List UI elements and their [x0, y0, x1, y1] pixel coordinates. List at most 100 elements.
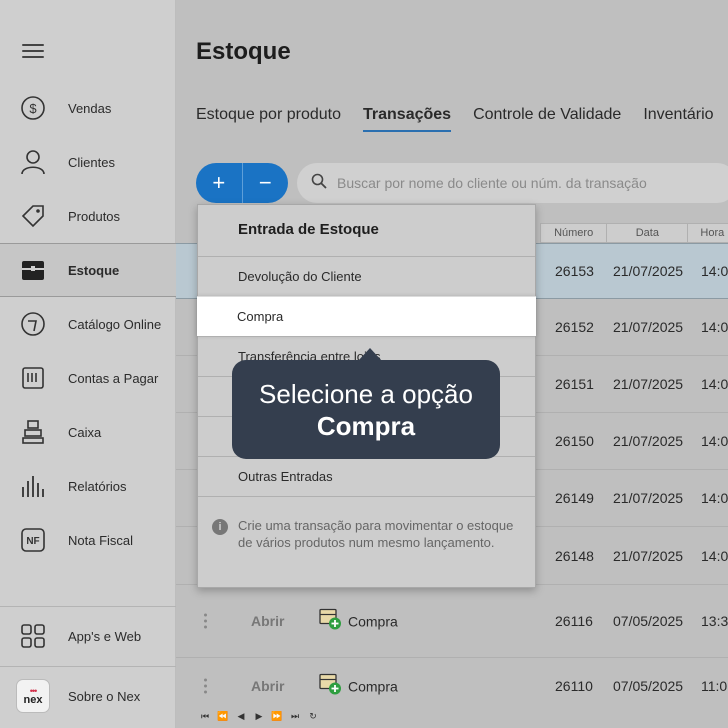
prev-page-button[interactable]: ◀ [234, 711, 248, 722]
tab-controle-de-validade[interactable]: Controle de Validade [473, 106, 621, 132]
open-button[interactable]: Abrir [251, 613, 284, 629]
column-header-hora[interactable]: Hora [687, 224, 728, 242]
sidebar-item-label: Sobre o Nex [68, 688, 141, 704]
dropdown-divider [198, 496, 535, 497]
search-icon [311, 173, 327, 194]
cell-numero: 26149 [555, 490, 594, 506]
cell-hora: 14:0 [701, 547, 728, 564]
cell-numero: 26116 [555, 613, 593, 629]
grid-icon [20, 623, 46, 649]
table-row[interactable]: Abrir Compra 26116 07/05/2025 13:3 [176, 585, 728, 658]
cell-hora: 14:0 [701, 433, 728, 449]
dollar-circle-icon: $ [20, 95, 46, 121]
info-icon: i [212, 519, 228, 535]
sidebar-item-label: Produtos [68, 208, 121, 224]
bar-chart-icon [20, 473, 46, 499]
sidebar-item-label: App's e Web [68, 628, 142, 644]
sidebar-item-catalogo[interactable]: Catálogo Online [0, 297, 176, 351]
nex-logo: ••• nex [16, 679, 50, 713]
cell-numero: 26153 [555, 263, 594, 279]
add-exit-button[interactable]: − [241, 163, 289, 203]
cell-hora: 14:0 [701, 376, 728, 392]
sidebar-item-label: Vendas [68, 100, 112, 116]
menu-item-devolucao[interactable]: Devolução do Cliente [198, 256, 535, 296]
info-text: Crie uma transação para movimentar o est… [238, 518, 514, 550]
sidebar-item-nota-fiscal[interactable]: NF Nota Fiscal [0, 513, 176, 567]
tag-icon [20, 203, 46, 229]
cell-data: 21/07/2025 [613, 547, 684, 564]
tab-bar: Estoque por produto Transações Controle … [196, 106, 728, 132]
cell-numero: 26148 [555, 547, 594, 564]
entry-exit-buttons: + − [196, 163, 288, 203]
sidebar-item-label: Estoque [68, 262, 120, 278]
menu-item-compra[interactable]: Compra [197, 296, 536, 336]
sidebar-item-label: Caixa [68, 424, 102, 440]
sidebar-item-label: Catálogo Online [68, 316, 162, 332]
box-icon [20, 257, 46, 283]
sidebar-item-label: Contas a Pagar [68, 370, 159, 386]
cell-data: 21/07/2025 [613, 490, 684, 506]
sidebar-divider [0, 666, 176, 667]
sidebar-item-vendas[interactable]: $ Vendas [0, 81, 176, 135]
sidebar-item-label: Nota Fiscal [68, 532, 134, 548]
row-menu-icon[interactable] [204, 678, 208, 694]
type-label: Compra [348, 613, 398, 629]
transaction-type: Compra [318, 672, 398, 701]
add-entry-button[interactable]: + [196, 163, 242, 203]
tab-transacoes[interactable]: Transações [363, 106, 452, 132]
prev-fast-button[interactable]: ⏪ [216, 711, 230, 722]
person-icon [20, 149, 46, 175]
cell-numero: 26150 [555, 433, 594, 449]
next-fast-button[interactable]: ⏩ [270, 711, 284, 722]
sidebar-item-caixa[interactable]: Caixa [0, 405, 176, 459]
sidebar-item-sobre[interactable]: ••• nex Sobre o Nex [0, 669, 176, 723]
next-page-button[interactable]: ▶ [252, 711, 266, 722]
dropdown-info: i Crie uma transação para movimentar o e… [212, 517, 522, 551]
page-title: Estoque [196, 38, 291, 65]
last-page-button[interactable]: ⏭ [288, 711, 302, 722]
nf-icon: NF [20, 527, 46, 553]
type-label: Compra [348, 678, 398, 694]
cell-data: 21/07/2025 [613, 433, 684, 449]
sidebar-item-clientes[interactable]: Clientes [0, 135, 176, 189]
cell-data: 21/07/2025 [613, 263, 684, 279]
cell-hora: 14:0 [701, 319, 728, 335]
cell-hora: 11:0 [701, 678, 728, 694]
bill-icon [20, 365, 46, 391]
tab-inventario[interactable]: Inventário [643, 106, 713, 132]
cell-hora: 14:0 [701, 263, 728, 279]
cell-numero: 26110 [555, 678, 593, 694]
sidebar-item-label: Clientes [68, 154, 115, 170]
tooltip-line-2: Compra [316, 410, 416, 441]
column-header-numero[interactable]: Número [541, 224, 606, 242]
cell-data: 21/07/2025 [613, 319, 684, 335]
tab-estoque-por-produto[interactable]: Estoque por produto [196, 106, 341, 132]
refresh-button[interactable]: ↻ [306, 711, 320, 722]
purchase-box-icon [318, 672, 342, 701]
open-button[interactable]: Abrir [251, 678, 284, 694]
cell-hora: 14:0 [701, 490, 728, 506]
first-page-button[interactable]: ⏮ [198, 711, 212, 722]
tooltip-line-1: Selecione a opção [259, 378, 473, 409]
sidebar-item-estoque[interactable]: Estoque [0, 243, 176, 297]
sidebar-item-relatorios[interactable]: Relatórios [0, 459, 176, 513]
sidebar-item-produtos[interactable]: Produtos [0, 189, 176, 243]
search-input[interactable] [337, 175, 717, 191]
svg-text:$: $ [29, 101, 37, 116]
cell-data: 07/05/2025 [613, 678, 684, 694]
cell-data: 07/05/2025 [613, 613, 684, 629]
cell-hora: 13:3 [701, 613, 728, 629]
tutorial-tooltip: Selecione a opção Compra [232, 348, 500, 459]
menu-icon[interactable] [22, 44, 44, 62]
menu-item-outras-entradas[interactable]: Outras Entradas [198, 456, 535, 496]
table-row[interactable]: Abrir Compra 26110 07/05/2025 11:0 [176, 658, 728, 714]
table-header: Número Data Hora [540, 223, 728, 243]
row-menu-icon[interactable] [204, 613, 208, 629]
sidebar-item-contas-a-pagar[interactable]: Contas a Pagar [0, 351, 176, 405]
sidebar-item-label: Relatórios [68, 478, 127, 494]
purchase-box-icon [318, 607, 342, 636]
sidebar-divider [0, 606, 176, 607]
sidebar: $ Vendas Clientes Produtos Estoque Catál… [0, 0, 176, 728]
column-header-data[interactable]: Data [606, 224, 687, 242]
sidebar-item-apps[interactable]: App's e Web [0, 609, 176, 663]
